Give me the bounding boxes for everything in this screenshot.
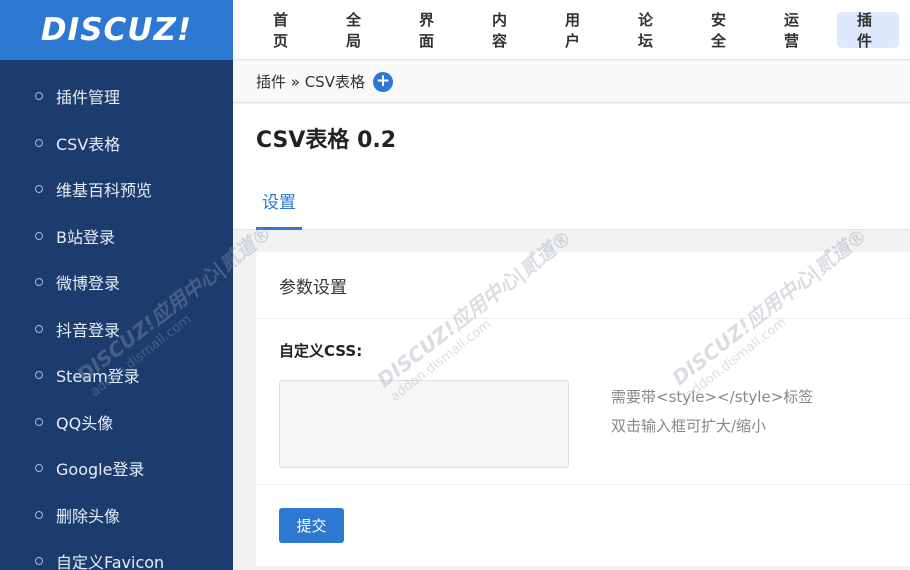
sidebar-item-label: 自定义Favicon — [56, 553, 165, 570]
nav-security[interactable]: 安全 — [691, 11, 753, 50]
breadcrumb-text: 插件 » CSV表格 — [256, 73, 365, 91]
tab-settings[interactable]: 设置 — [256, 182, 302, 230]
circle-bullet-icon — [35, 324, 43, 333]
nav-users[interactable]: 用户 — [545, 11, 607, 50]
sidebar-item-label: 插件管理 — [56, 88, 121, 108]
sidebar: DISCUZ! 插件管理 CSV表格 维基百科预览 B站登录 微博登录 抖音登录… — [0, 0, 233, 570]
sidebar-item-custom-favicon[interactable]: 自定义Favicon — [0, 538, 233, 570]
nav-interface[interactable]: 界面 — [399, 11, 461, 50]
custom-css-label: 自定义CSS: — [279, 342, 363, 360]
sidebar-item-label: 微博登录 — [56, 274, 121, 294]
sidebar-item-google-login[interactable]: Google登录 — [0, 445, 233, 492]
circle-bullet-icon — [35, 417, 43, 426]
submit-button[interactable]: 提交 — [279, 508, 344, 543]
sidebar-item-label: CSV表格 — [56, 134, 121, 154]
sidebar-item-label: Google登录 — [56, 460, 145, 480]
discuz-logo[interactable]: DISCUZ! — [0, 0, 233, 60]
sidebar-item-label: 删除头像 — [56, 506, 121, 526]
nav-plugins[interactable]: 插件 — [837, 11, 899, 50]
custom-css-textarea[interactable] — [279, 380, 569, 468]
nav-global[interactable]: 全局 — [326, 11, 388, 50]
page-title: CSV表格 0.2 — [256, 128, 397, 153]
panel-heading: 参数设置 — [256, 252, 910, 319]
sidebar-item-label: QQ头像 — [56, 413, 114, 433]
sidebar-item-delete-avatar[interactable]: 删除头像 — [0, 492, 233, 539]
circle-bullet-icon — [35, 371, 43, 380]
circle-bullet-icon — [35, 510, 43, 519]
sidebar-item-label: Steam登录 — [56, 367, 140, 387]
sidebar-item-douyin-login[interactable]: 抖音登录 — [0, 306, 233, 353]
sidebar-item-wikipedia-preview[interactable]: 维基百科预览 — [0, 166, 233, 213]
sidebar-item-csv-table[interactable]: CSV表格 — [0, 120, 233, 167]
nav-home[interactable]: 首页 — [253, 11, 315, 50]
circle-bullet-icon — [35, 557, 43, 566]
logo-text: DISCUZ! — [40, 12, 193, 48]
breadcrumb: 插件 » CSV表格 + — [233, 61, 910, 103]
sidebar-item-weibo-login[interactable]: 微博登录 — [0, 259, 233, 306]
panel-divider — [256, 484, 910, 485]
sidebar-item-label: 维基百科预览 — [56, 181, 153, 201]
sidebar-menu: 插件管理 CSV表格 维基百科预览 B站登录 微博登录 抖音登录 Steam登录… — [0, 60, 233, 570]
resize-hint: 双击输入框可扩大/缩小 — [611, 417, 767, 435]
sidebar-item-bilibili-login[interactable]: B站登录 — [0, 213, 233, 260]
circle-bullet-icon — [35, 185, 43, 194]
top-nav: 首页 全局 界面 内容 用户 论坛 安全 运营 插件 — [233, 0, 910, 60]
style-tag-hint: 需要带<style></style>标签 — [611, 388, 814, 406]
sidebar-item-plugin-management[interactable]: 插件管理 — [0, 73, 233, 120]
circle-bullet-icon — [35, 92, 43, 101]
sidebar-item-steam-login[interactable]: Steam登录 — [0, 352, 233, 399]
nav-forum[interactable]: 论坛 — [618, 11, 680, 50]
sidebar-item-label: B站登录 — [56, 227, 115, 247]
nav-content[interactable]: 内容 — [472, 11, 534, 50]
settings-panel: 参数设置 自定义CSS: 需要带<style></style>标签 双击输入框可… — [256, 252, 910, 566]
page-header: CSV表格 0.2 设置 — [233, 104, 910, 230]
sidebar-item-qq-avatar[interactable]: QQ头像 — [0, 399, 233, 446]
circle-bullet-icon — [35, 138, 43, 147]
circle-bullet-icon — [35, 464, 43, 473]
nav-operations[interactable]: 运营 — [764, 11, 826, 50]
circle-bullet-icon — [35, 278, 43, 287]
sidebar-item-label: 抖音登录 — [56, 320, 121, 340]
plus-circle-icon[interactable]: + — [372, 71, 393, 92]
circle-bullet-icon — [35, 231, 43, 240]
